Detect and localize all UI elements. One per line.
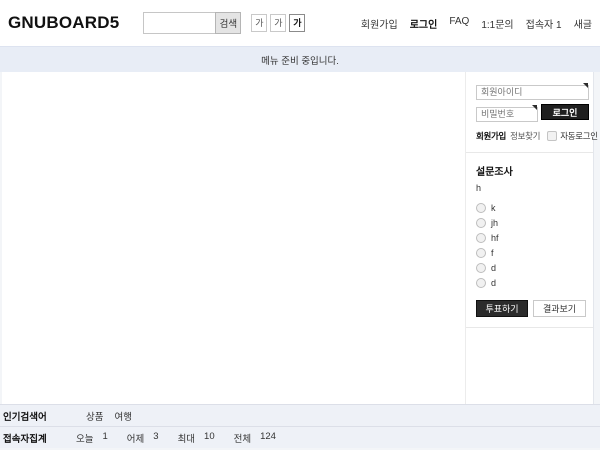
poll-option-radio[interactable] bbox=[476, 218, 486, 228]
menu-notice-text: 메뉴 준비 중입니다. bbox=[261, 53, 339, 67]
poll-title: 설문조사 bbox=[476, 163, 590, 178]
auto-login-label[interactable]: 자동로그인 bbox=[560, 130, 598, 142]
font-size-medium-button[interactable]: 가 bbox=[270, 14, 286, 32]
vote-button[interactable]: 투표하기 bbox=[476, 300, 528, 317]
poll-option: d bbox=[476, 262, 590, 273]
site-logo[interactable]: GNUBOARD5 bbox=[8, 13, 119, 33]
required-corner-icon bbox=[583, 83, 588, 88]
font-size-large-button[interactable]: 가 bbox=[289, 14, 305, 32]
poll-option-radio[interactable] bbox=[476, 203, 486, 213]
menu-bar: 메뉴 준비 중입니다. bbox=[0, 46, 600, 72]
top-nav: 회원가입 로그인 FAQ 1:1문의 접속자 1 새글 bbox=[361, 16, 592, 31]
stat-yesterday: 어제 3 bbox=[127, 431, 159, 445]
stat-max: 최대 10 bbox=[178, 431, 215, 445]
visitor-stats-label: 접속자집계 bbox=[3, 431, 73, 445]
header: GNUBOARD5 검색 가 가 가 회원가입 로그인 FAQ 1:1문의 접속… bbox=[0, 0, 600, 46]
member-id-input[interactable] bbox=[476, 85, 589, 100]
visitor-stats: 오늘 1 어제 3 최대 10 전체 124 bbox=[76, 431, 276, 445]
poll-option-label[interactable]: k bbox=[491, 203, 496, 213]
keyword-link[interactable]: 여행 bbox=[114, 409, 131, 423]
poll-option: jh bbox=[476, 217, 590, 228]
register-link[interactable]: 회원가입 bbox=[361, 16, 398, 31]
password-input[interactable] bbox=[476, 107, 538, 122]
keyword-list: 상품 여행 bbox=[86, 409, 132, 423]
search-input[interactable] bbox=[143, 12, 215, 34]
poll-option-radio[interactable] bbox=[476, 263, 486, 273]
font-size-small-button[interactable]: 가 bbox=[251, 14, 267, 32]
popular-keywords-row: 인기검색어 상품 여행 bbox=[0, 404, 600, 426]
poll-option-radio[interactable] bbox=[476, 233, 486, 243]
login-button[interactable]: 로그인 bbox=[541, 104, 589, 120]
poll-option: k bbox=[476, 202, 590, 213]
poll-result-button[interactable]: 결과보기 bbox=[533, 300, 586, 317]
poll-option-label[interactable]: d bbox=[491, 278, 496, 288]
visitors-link[interactable]: 접속자 1 bbox=[526, 16, 562, 31]
font-resize-buttons: 가 가 가 bbox=[251, 14, 305, 32]
sidebar: 로그인 회원가입 정보찾기 자동로그인 설문조사 h k jh bbox=[465, 72, 593, 404]
poll-option: d bbox=[476, 277, 590, 288]
visitor-stats-row: 접속자집계 오늘 1 어제 3 최대 10 전체 124 bbox=[0, 426, 600, 448]
poll-option: f bbox=[476, 247, 590, 258]
poll-option-label[interactable]: d bbox=[491, 263, 496, 273]
poll-option-label[interactable]: f bbox=[491, 248, 494, 258]
poll-box: 설문조사 h k jh hf f d bbox=[476, 163, 590, 317]
popular-keywords-label: 인기검색어 bbox=[3, 409, 73, 423]
search-button[interactable]: 검색 bbox=[215, 12, 241, 34]
register-link-sidebar[interactable]: 회원가입 bbox=[476, 130, 506, 142]
main-content-area bbox=[2, 72, 465, 404]
find-info-link[interactable]: 정보찾기 bbox=[510, 130, 540, 142]
sidebar-divider bbox=[466, 152, 593, 153]
login-links-row: 회원가입 정보찾기 자동로그인 bbox=[476, 130, 591, 142]
auto-login-checkbox[interactable] bbox=[547, 131, 557, 141]
poll-option-radio[interactable] bbox=[476, 278, 486, 288]
poll-option-label[interactable]: jh bbox=[491, 218, 498, 228]
required-corner-icon bbox=[532, 105, 537, 110]
poll-question: h bbox=[476, 183, 590, 193]
poll-option: hf bbox=[476, 232, 590, 243]
qna-link[interactable]: 1:1문의 bbox=[481, 16, 513, 31]
keyword-link[interactable]: 상품 bbox=[86, 409, 103, 423]
login-box: 로그인 회원가입 정보찾기 자동로그인 bbox=[476, 82, 590, 142]
stat-total: 전체 124 bbox=[234, 431, 276, 445]
new-posts-link[interactable]: 새글 bbox=[574, 16, 592, 31]
footer: 인기검색어 상품 여행 접속자집계 오늘 1 어제 3 최대 10 전체 124 bbox=[0, 404, 600, 448]
content-wrap: 로그인 회원가입 정보찾기 자동로그인 설문조사 h k jh bbox=[2, 72, 594, 404]
stat-today: 오늘 1 bbox=[76, 431, 108, 445]
poll-buttons-row: 투표하기 결과보기 bbox=[476, 300, 589, 317]
faq-link[interactable]: FAQ bbox=[449, 16, 469, 31]
poll-option-label[interactable]: hf bbox=[491, 233, 499, 243]
login-link[interactable]: 로그인 bbox=[410, 16, 438, 31]
search-box: 검색 bbox=[143, 12, 241, 34]
sidebar-divider bbox=[466, 327, 593, 328]
poll-option-radio[interactable] bbox=[476, 248, 486, 258]
